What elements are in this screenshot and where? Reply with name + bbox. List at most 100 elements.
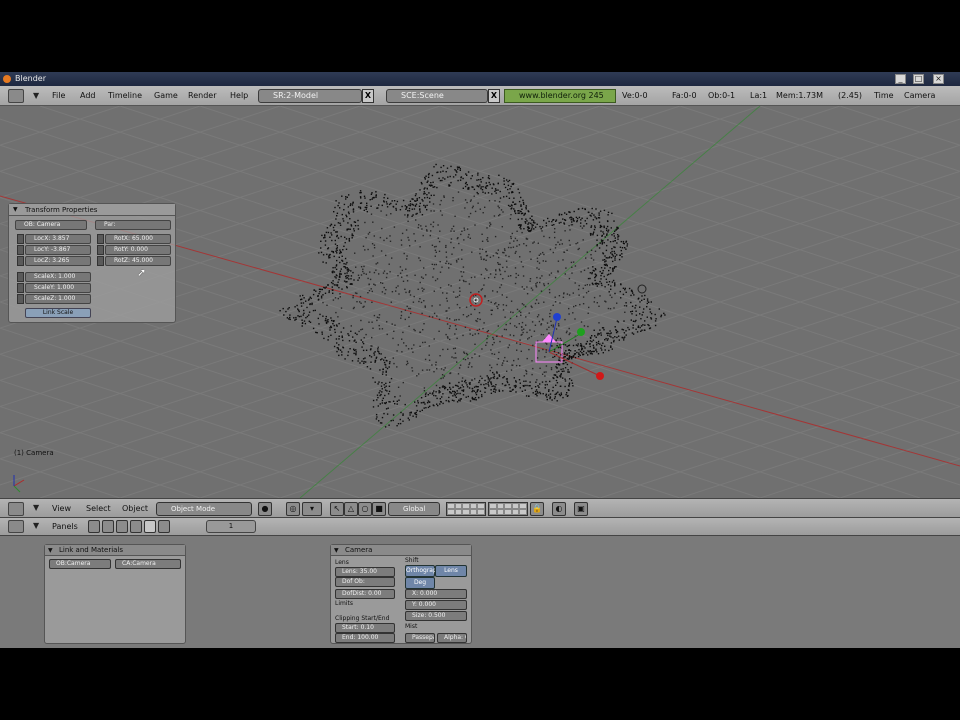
camera-panel-title[interactable]: Camera — [331, 545, 471, 556]
rotate-manipulator-icon[interactable]: ○ — [358, 502, 372, 516]
transform-panel-title[interactable]: Transform Properties — [9, 204, 175, 216]
rotz-field[interactable]: RotZ: 45.000 — [105, 256, 171, 266]
camera-size-field[interactable]: Size: 0.500 — [405, 611, 467, 621]
mesh-vertex — [385, 370, 387, 372]
degrees-button[interactable]: Deg — [405, 577, 435, 589]
mesh-vertex — [435, 391, 437, 393]
lock-layers-icon[interactable]: 🔒 — [530, 502, 544, 516]
editing-tab-icon[interactable] — [144, 520, 156, 533]
lock-locz-icon[interactable] — [17, 256, 24, 266]
render-preview-icon[interactable]: ◐ — [552, 502, 566, 516]
pivot-dropdown-icon[interactable]: ▾ — [302, 502, 322, 516]
mesh-vertex — [614, 257, 616, 259]
collapse-3d-arrow-icon[interactable]: ▼ — [33, 503, 39, 512]
lock-scalez-icon[interactable] — [17, 294, 24, 304]
window-type-icon[interactable] — [8, 89, 24, 103]
clip-start-field[interactable]: Start: 0.10 — [335, 623, 395, 633]
manipulator-toggle-icon[interactable]: ↖ — [330, 502, 344, 516]
menu-help[interactable]: Help — [230, 91, 248, 100]
collapse-buttons-arrow-icon[interactable]: ▼ — [33, 521, 39, 530]
menu-select[interactable]: Select — [86, 504, 111, 513]
transform-orientation-selector[interactable]: Global — [388, 502, 440, 516]
opengl-render-icon[interactable]: ▣ — [574, 502, 588, 516]
mesh-vertex — [358, 206, 360, 208]
object-datablock-field[interactable]: OB:Camera — [49, 559, 111, 569]
x-handle-icon[interactable] — [596, 372, 604, 380]
scalez-field[interactable]: ScaleZ: 1.000 — [25, 294, 91, 304]
draw-type-icon[interactable]: ● — [258, 502, 272, 516]
mesh-vertex — [612, 260, 614, 263]
collapse-arrow-icon[interactable]: ▼ — [33, 91, 39, 100]
lock-rotz-icon[interactable] — [97, 256, 104, 266]
current-frame-field[interactable]: 1 — [206, 520, 256, 533]
layer-buttons-right[interactable] — [488, 502, 528, 516]
z-handle-icon[interactable] — [553, 313, 561, 321]
mesh-vertex — [429, 201, 431, 203]
y-handle-icon[interactable] — [577, 328, 585, 336]
dof-object-field[interactable]: Dof Ob: — [335, 577, 395, 587]
lock-locy-icon[interactable] — [17, 245, 24, 255]
mesh-vertex — [599, 343, 601, 345]
window-type-buttons-icon[interactable] — [8, 520, 24, 533]
lock-locx-icon[interactable] — [17, 234, 24, 244]
lock-rotx-icon[interactable] — [97, 234, 104, 244]
shift-x-field[interactable]: X: 0.000 — [405, 589, 467, 599]
camera-datablock-field[interactable]: CA:Camera — [115, 559, 181, 569]
menu-timeline[interactable]: Timeline — [108, 91, 142, 100]
locx-field[interactable]: LocX: 3.857 — [25, 234, 91, 244]
scale-manipulator-icon[interactable]: ■ — [372, 502, 386, 516]
mesh-vertex — [646, 300, 649, 302]
scene-selector[interactable]: SCE:Scene — [386, 89, 488, 103]
shading-tab-icon[interactable] — [116, 520, 128, 533]
menu-render[interactable]: Render — [188, 91, 216, 100]
menu-panels[interactable]: Panels — [52, 522, 78, 531]
3d-viewport[interactable]: Transform Properties OB: Camera Par: Loc… — [0, 106, 960, 498]
rotx-field[interactable]: RotX: 65.000 — [105, 234, 171, 244]
mesh-vertex — [400, 411, 402, 414]
window-type-3d-icon[interactable] — [8, 502, 24, 516]
scaley-field[interactable]: ScaleY: 1.000 — [25, 283, 91, 293]
menu-add[interactable]: Add — [80, 91, 96, 100]
passepartout-button[interactable]: Passepartout — [405, 633, 435, 643]
link-scale-button[interactable]: Link Scale — [25, 308, 91, 318]
lock-roty-icon[interactable] — [97, 245, 104, 255]
lamp-object-icon[interactable] — [637, 284, 647, 294]
mesh-vertex — [433, 194, 435, 196]
logic-tab-icon[interactable] — [88, 520, 100, 533]
orthographic-button[interactable]: Orthographic — [405, 565, 446, 577]
pivot-icon[interactable]: ◎ — [286, 502, 300, 516]
locy-field[interactable]: LocY: -3.867 — [25, 245, 91, 255]
minimize-button[interactable]: _ — [895, 74, 906, 84]
lock-scaley-icon[interactable] — [17, 283, 24, 293]
translate-manipulator-icon[interactable]: △ — [344, 502, 358, 516]
roty-field[interactable]: RotY: 0.000 — [105, 245, 171, 255]
alpha-field[interactable]: Alpha: 0.20 — [437, 633, 467, 643]
locz-field[interactable]: LocZ: 3.265 — [25, 256, 91, 266]
camera-object[interactable] — [535, 313, 604, 380]
mesh-vertex — [564, 385, 566, 388]
maximize-button[interactable]: □ — [913, 74, 924, 84]
shift-y-field[interactable]: Y: 0.000 — [405, 600, 467, 610]
mode-selector[interactable]: Object Mode — [156, 502, 252, 516]
object-name-field[interactable]: OB: Camera — [15, 220, 87, 230]
menu-view[interactable]: View — [52, 504, 71, 513]
menu-game[interactable]: Game — [154, 91, 178, 100]
dof-distance-field[interactable]: DofDist: 0.00 — [335, 589, 395, 599]
menu-file[interactable]: File — [52, 91, 65, 100]
parent-field[interactable]: Par: — [95, 220, 171, 230]
scene-tab-icon[interactable] — [158, 520, 170, 533]
delete-screen-button[interactable]: X — [362, 89, 374, 103]
menu-object[interactable]: Object — [122, 504, 148, 513]
layer-buttons-left[interactable] — [446, 502, 486, 516]
scalex-field[interactable]: ScaleX: 1.000 — [25, 272, 91, 282]
clip-end-field[interactable]: End: 100.00 — [335, 633, 395, 643]
object-tab-icon[interactable] — [130, 520, 142, 533]
lens-unit-button[interactable]: Lens — [435, 565, 467, 577]
link-panel-title[interactable]: Link and Materials — [45, 545, 185, 556]
lock-scalex-icon[interactable] — [17, 272, 24, 282]
close-button[interactable]: × — [933, 74, 944, 84]
delete-scene-button[interactable]: X — [488, 89, 500, 103]
script-tab-icon[interactable] — [102, 520, 114, 533]
lens-field[interactable]: Lens: 35.00 — [335, 567, 395, 577]
screen-selector[interactable]: SR:2-Model — [258, 89, 362, 103]
